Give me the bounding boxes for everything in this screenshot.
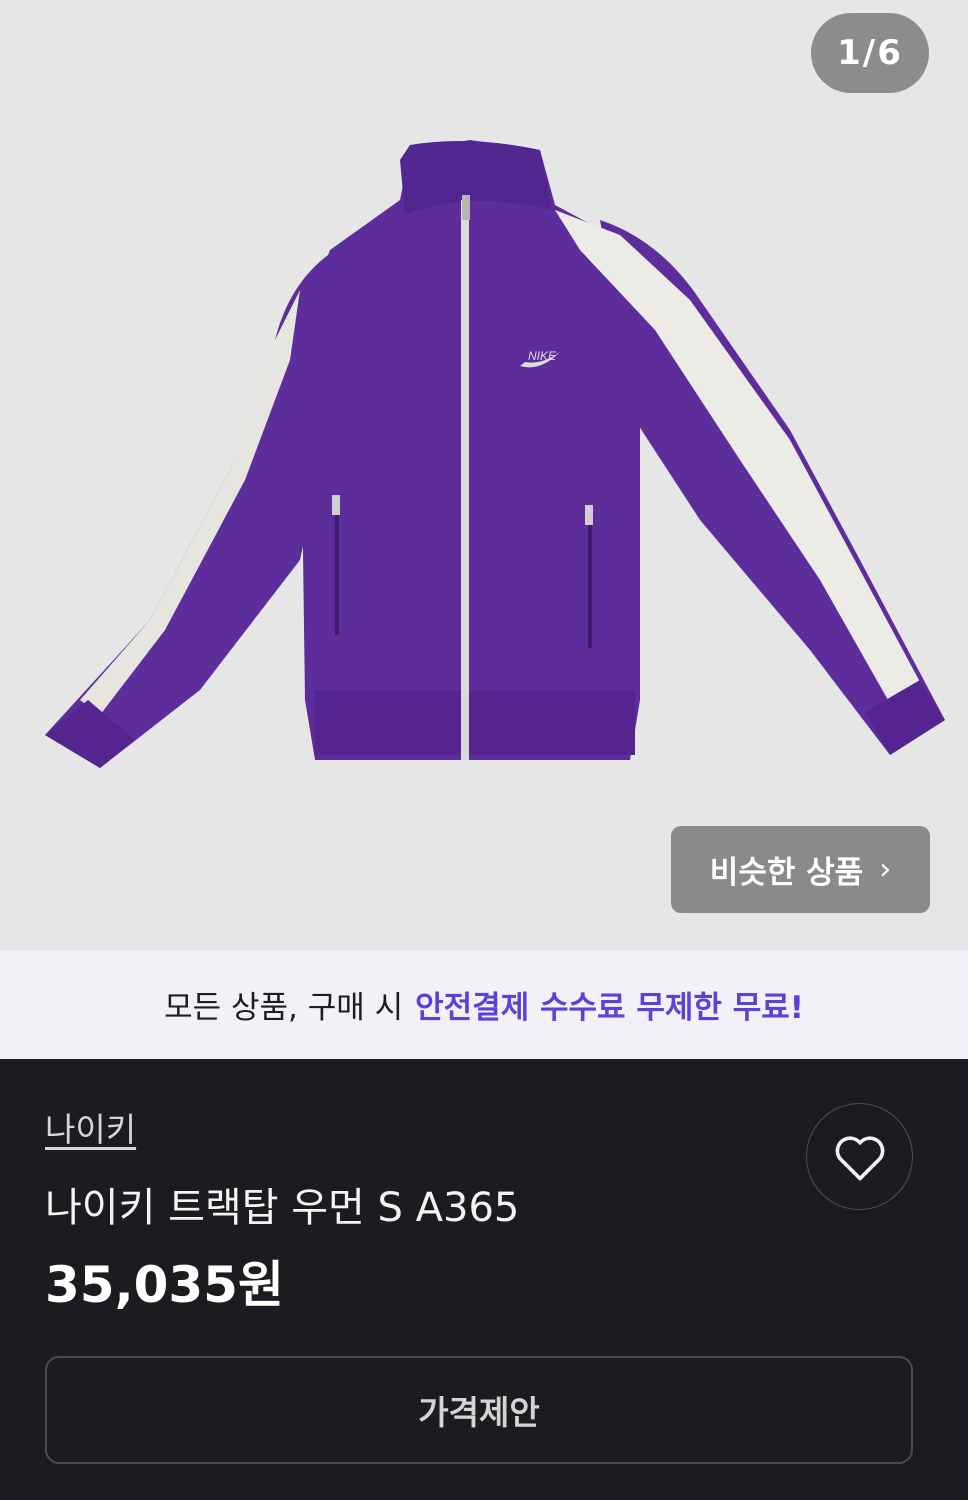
banner-text: 모든 상품, 구매 시 xyxy=(164,990,404,1026)
image-counter: 1/6 xyxy=(811,13,929,93)
product-image-gallery[interactable]: NIKE 1/6 비슷한 상품 › xyxy=(0,0,968,950)
heart-outline-icon xyxy=(835,1135,884,1180)
chevron-right-icon: › xyxy=(879,852,892,887)
like-button[interactable] xyxy=(806,1103,913,1210)
product-title: 나이키 트랙탑 우먼 S A365 xyxy=(45,1185,520,1231)
product-details: 나이키 나이키 트랙탑 우먼 S A365 35,035원 가격제안 xyxy=(0,1059,968,1500)
banner-highlight: 안전결제 수수료 무제한 무료! xyxy=(415,990,804,1026)
brand-link[interactable]: 나이키 xyxy=(45,1103,136,1151)
similar-products-label: 비슷한 상품 xyxy=(709,855,864,891)
jacket-zipper xyxy=(461,200,469,760)
jacket-logo: NIKE xyxy=(528,349,557,363)
similar-products-button[interactable]: 비슷한 상품 › xyxy=(671,826,930,913)
product-price: 35,035원 xyxy=(45,1256,284,1314)
price-offer-button[interactable]: 가격제안 xyxy=(45,1356,913,1464)
product-photo: NIKE xyxy=(45,140,945,768)
safe-payment-banner: 모든 상품, 구매 시 안전결제 수수료 무제한 무료! xyxy=(0,950,968,1059)
jacket-waistband xyxy=(315,690,635,755)
